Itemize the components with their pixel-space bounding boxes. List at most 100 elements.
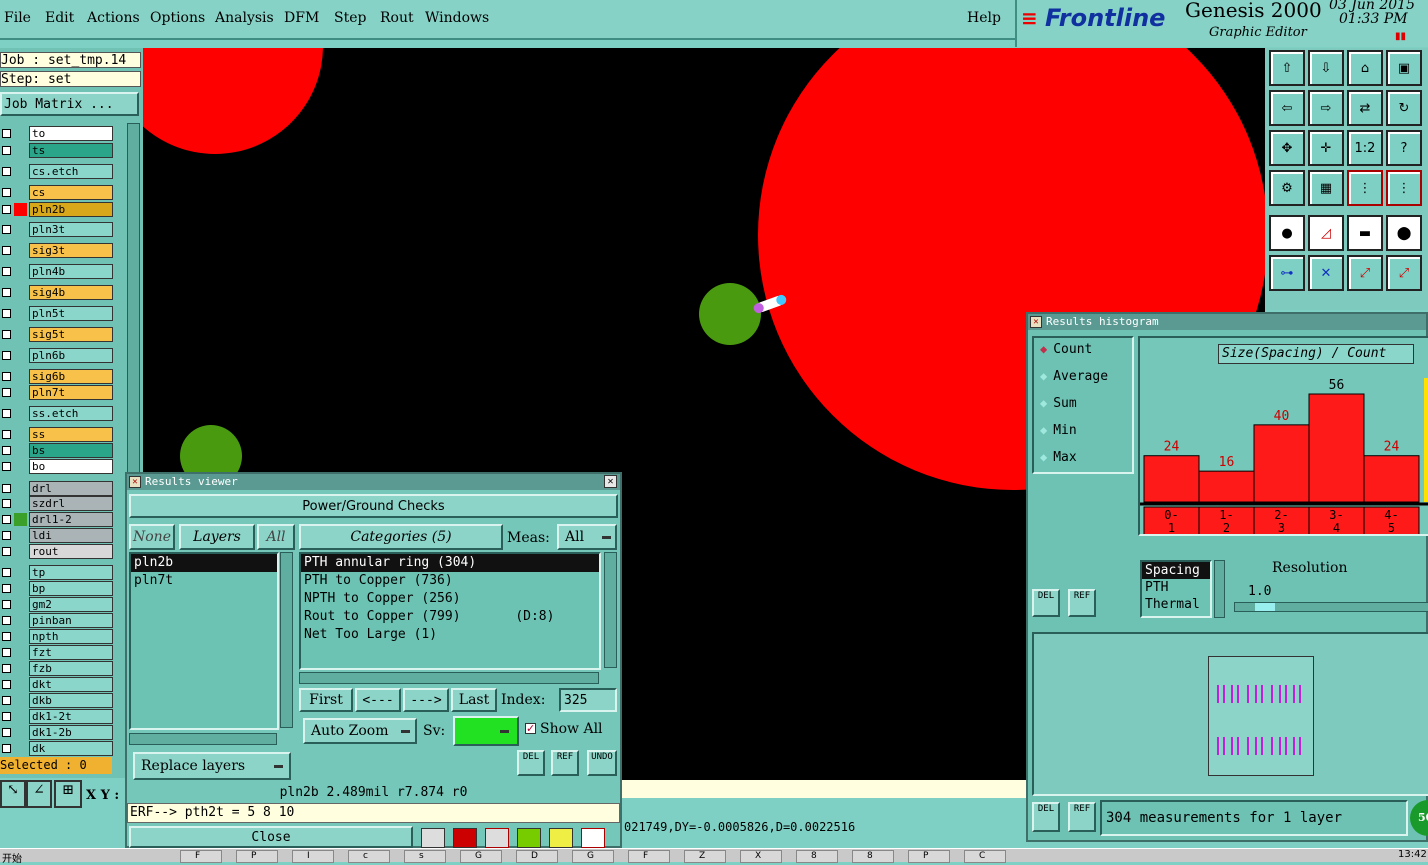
mode-radio[interactable]: ◆ Average — [1040, 369, 1108, 389]
layer-row[interactable]: pln4b — [1, 264, 113, 279]
layer-checkbox[interactable] — [2, 664, 11, 673]
layer-checkbox[interactable] — [2, 288, 11, 297]
histogram-icon[interactable] — [581, 828, 605, 848]
mode-radio[interactable]: ◆ Max — [1040, 450, 1077, 470]
taskbar-item[interactable]: P — [908, 850, 950, 863]
cancel-icon[interactable] — [485, 828, 509, 848]
spacing-item[interactable]: Spacing — [1142, 562, 1210, 579]
layer-checkbox[interactable] — [2, 330, 11, 339]
mode-radio[interactable]: ◆ Sum — [1040, 396, 1077, 416]
layer-checkbox[interactable] — [2, 205, 11, 214]
ratio-button[interactable]: 1:2 — [1347, 130, 1383, 166]
auto-zoom-select[interactable]: Auto Zoom — [303, 718, 417, 744]
layer-row[interactable]: sig3t — [1, 243, 113, 258]
layer-checkbox[interactable] — [2, 616, 11, 625]
layer-row[interactable]: pln3t — [1, 222, 113, 237]
layer-checkbox[interactable] — [2, 225, 11, 234]
layer-row[interactable]: pln2b — [1, 202, 113, 217]
layer-row[interactable]: npth — [1, 629, 113, 644]
taskbar-item[interactable]: Z — [684, 850, 726, 863]
layer-row[interactable]: pln5t — [1, 306, 113, 321]
home-up-icon[interactable]: ⇧ — [1269, 50, 1305, 86]
layers-hscrollbar[interactable] — [129, 733, 277, 745]
layer-row[interactable]: dk — [1, 741, 113, 756]
measure-icon[interactable]: ⤡ — [0, 780, 26, 808]
index-input[interactable] — [559, 688, 617, 712]
taskbar-item[interactable]: I — [292, 850, 334, 863]
redraw-icon[interactable]: ↻ — [1386, 90, 1422, 126]
zoom-tool-icon[interactable] — [421, 828, 445, 848]
layer-checkbox[interactable] — [2, 696, 11, 705]
layer-row[interactable]: bo — [1, 459, 113, 474]
layer-checkbox[interactable] — [2, 648, 11, 657]
layer-row[interactable]: fzb — [1, 661, 113, 676]
layer-row[interactable]: bp — [1, 581, 113, 596]
layer-checkbox[interactable] — [2, 167, 11, 176]
show-all-checkbox[interactable]: ✓ — [525, 723, 536, 734]
hist-del-button[interactable]: DEL — [1032, 589, 1060, 617]
histogram-bar[interactable] — [1253, 424, 1310, 503]
replace-layers-select[interactable]: Replace layers — [133, 752, 291, 780]
line-select-icon[interactable]: ◿ — [1308, 215, 1344, 251]
board-thumbnail[interactable] — [1208, 656, 1314, 776]
taskbar-item[interactable]: P — [236, 850, 278, 863]
pan-left-icon[interactable]: ⇦ — [1269, 90, 1305, 126]
categories-list[interactable]: PTH annular ring (304) PTH to Copper (73… — [299, 552, 601, 670]
home-down-icon[interactable]: ⇩ — [1308, 50, 1344, 86]
layer-toggle-icon[interactable]: ⋮ — [1347, 170, 1383, 206]
taskbar-item[interactable]: G — [572, 850, 614, 863]
categories-hscrollbar[interactable] — [299, 672, 599, 684]
category-item[interactable]: PTH annular ring (304) — [301, 554, 599, 572]
stop-icon[interactable] — [453, 828, 477, 848]
angle-icon[interactable]: ∠ — [26, 780, 52, 808]
window-menu-icon[interactable]: ✕ — [129, 476, 141, 488]
layer-checkbox[interactable] — [2, 600, 11, 609]
layer-row[interactable]: sig4b — [1, 285, 113, 300]
layer-item[interactable]: pln2b — [131, 554, 277, 572]
taskbar-item[interactable]: D — [516, 850, 558, 863]
cross-icon[interactable]: ✕ — [1308, 255, 1344, 291]
layer-checkbox[interactable] — [2, 744, 11, 753]
layer-checkbox[interactable] — [2, 351, 11, 360]
layer-checkbox[interactable] — [2, 728, 11, 737]
window-icon[interactable]: ▣ — [1386, 50, 1422, 86]
layer-checkbox[interactable] — [2, 531, 11, 540]
pad-select-icon[interactable]: ● — [1269, 215, 1305, 251]
layer-checkbox[interactable] — [2, 499, 11, 508]
layer-checkbox[interactable] — [2, 712, 11, 721]
layer-checkbox[interactable] — [2, 188, 11, 197]
help-button[interactable]: ? — [1386, 130, 1422, 166]
pan-right-icon[interactable]: ⇨ — [1308, 90, 1344, 126]
layers-scrollbar[interactable] — [280, 552, 293, 728]
mode-radio[interactable]: ◆ Min — [1040, 423, 1077, 443]
start-button[interactable]: 开始 — [2, 850, 22, 865]
layer-checkbox[interactable] — [2, 309, 11, 318]
layer-row[interactable]: ts — [1, 143, 113, 158]
layer-row[interactable]: gm2 — [1, 597, 113, 612]
layer-row[interactable]: drl1-2 — [1, 512, 113, 527]
layer-row[interactable]: dk1-2t — [1, 709, 113, 724]
menu-analysis[interactable]: Analysis — [215, 10, 274, 26]
swap-icon[interactable]: ⇄ — [1347, 90, 1383, 126]
layer-row[interactable]: drl — [1, 481, 113, 496]
grid-icon[interactable]: ▦ — [1308, 170, 1344, 206]
layer-checkbox[interactable] — [2, 129, 11, 138]
taskbar-item[interactable]: F — [180, 850, 222, 863]
mode-radio[interactable]: ◆ Count — [1040, 342, 1092, 362]
layer-checkbox[interactable] — [2, 388, 11, 397]
home-icon[interactable]: ⌂ — [1347, 50, 1383, 86]
close-icon[interactable]: ✕ — [604, 475, 617, 488]
layer-row[interactable]: dkt — [1, 677, 113, 692]
layer-item[interactable]: pln7t — [131, 572, 277, 590]
layer-checkbox[interactable] — [2, 372, 11, 381]
layer-row[interactable]: fzt — [1, 645, 113, 660]
layer-checkbox[interactable] — [2, 568, 11, 577]
spacing-item[interactable]: Thermal — [1142, 596, 1210, 613]
spacing-list[interactable]: Spacing PTH Thermal — [1140, 560, 1212, 618]
resolution-slider[interactable] — [1234, 602, 1428, 612]
taskbar-item[interactable]: G — [460, 850, 502, 863]
histogram-titlebar[interactable]: ✕ Results histogram — [1028, 314, 1426, 330]
layer-row[interactable]: dk1-2b — [1, 725, 113, 740]
menu-help[interactable]: Help — [967, 10, 1001, 26]
layers-all-button[interactable]: All — [257, 524, 295, 550]
